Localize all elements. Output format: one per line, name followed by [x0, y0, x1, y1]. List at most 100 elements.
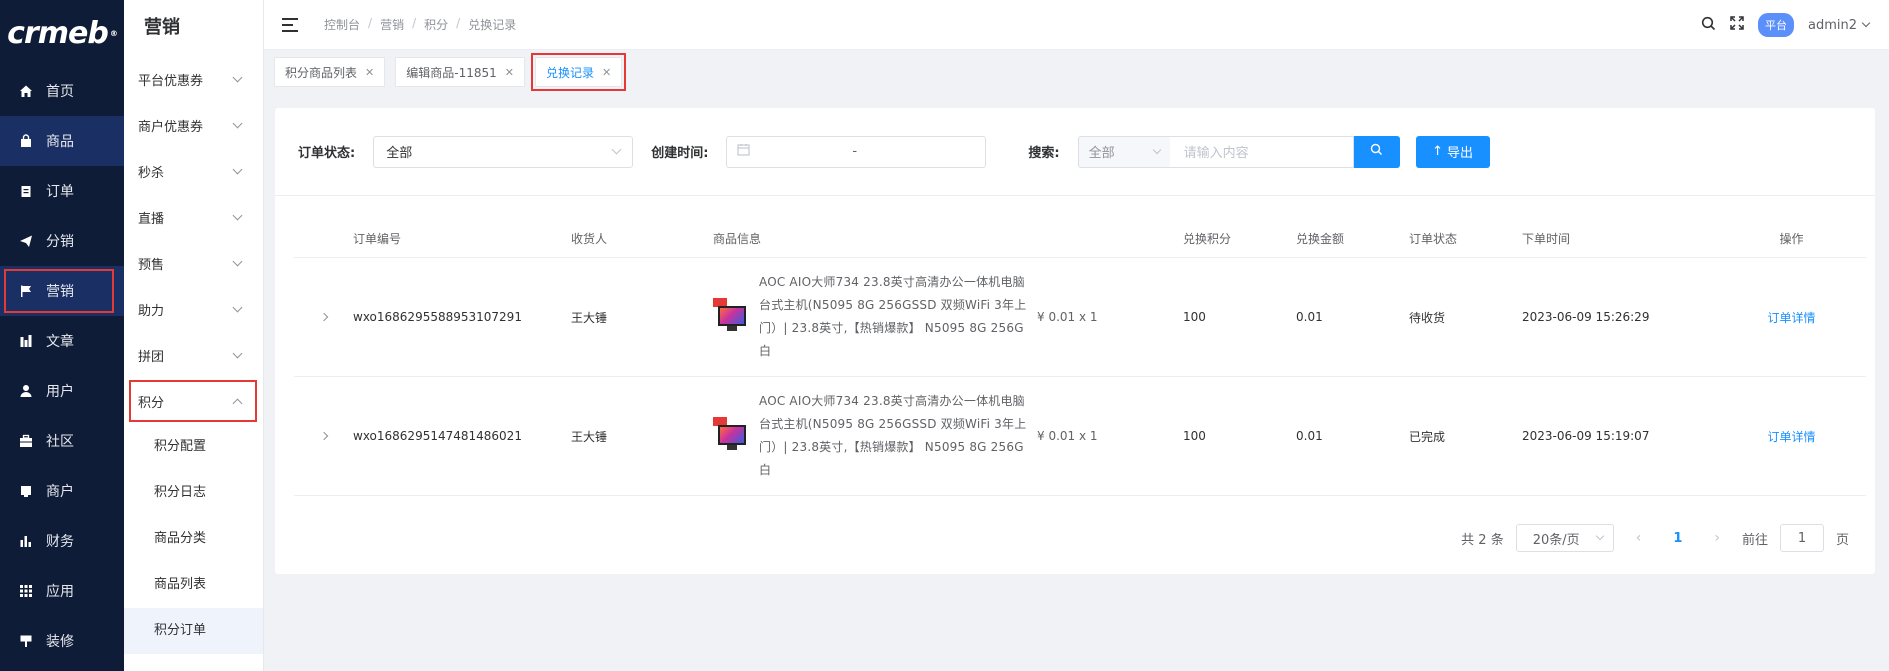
order-status-select[interactable]: 全部 — [373, 135, 634, 168]
page-size-select[interactable]: 20条/页 — [1515, 524, 1614, 552]
date-range-picker[interactable]: - — [726, 135, 987, 168]
goods-price: ¥ 0.01 x 1 — [1037, 310, 1098, 324]
bag-icon — [18, 133, 34, 149]
breadcrumb-item[interactable]: 营销 — [380, 16, 404, 33]
next-page-icon[interactable]: › — [1704, 530, 1730, 546]
export-label: 导出 — [1447, 146, 1474, 161]
nav-item-label: 财务 — [46, 534, 74, 550]
nav-item-article[interactable]: 文章 — [0, 316, 124, 366]
nav-item-finance[interactable]: 财务 — [0, 516, 124, 566]
submenu-item-merchant-coupon[interactable]: 商户优惠券 — [124, 102, 263, 148]
tab-label: 兑换记录 — [545, 65, 594, 80]
tab-exchange-records[interactable]: 兑换记录 ✕ — [530, 53, 627, 91]
submenu-item-assist[interactable]: 助力 — [124, 286, 263, 332]
chevron-down-icon — [232, 256, 243, 266]
nav-item-user[interactable]: 用户 — [0, 366, 124, 416]
search-icon — [1370, 143, 1383, 160]
nav-item-label: 社区 — [46, 434, 74, 450]
create-time-label: 创建时间: — [651, 146, 709, 161]
order-detail-link[interactable]: 订单详情 — [1767, 430, 1815, 444]
submenu-item-label: 秒杀 — [138, 165, 165, 181]
table-row: wxo1686295588953107291 王大锤 AOC AIO大师734 … — [294, 258, 1866, 377]
nav-item-order[interactable]: 订单 — [0, 166, 124, 216]
expand-toggle[interactable] — [294, 431, 353, 441]
search-input[interactable]: 请输入内容 — [1169, 135, 1354, 168]
brush-icon — [18, 633, 34, 649]
close-icon[interactable]: ✕ — [505, 66, 514, 79]
close-icon[interactable]: ✕ — [365, 66, 374, 79]
order-detail-link[interactable]: 订单详情 — [1767, 311, 1815, 325]
submenu-item-label: 商户优惠券 — [138, 119, 204, 135]
chevron-down-icon — [232, 72, 243, 82]
search-group: 全部 请输入内容 — [1077, 135, 1400, 168]
submenu-item-platform-coupon[interactable]: 平台优惠券 — [124, 56, 263, 102]
nav-item-goods[interactable]: 商品 — [0, 116, 124, 166]
column-header: 订单编号 — [353, 232, 402, 246]
nav-item-label: 分销 — [46, 234, 74, 250]
nav-item-marketing[interactable]: 营销 — [0, 266, 124, 316]
current-page[interactable]: 1 — [1663, 531, 1692, 546]
nav-item-distribution[interactable]: 分销 — [0, 216, 124, 266]
submenu-item-group-buy[interactable]: 拼团 — [124, 332, 263, 378]
nav-item-community[interactable]: 社区 — [0, 416, 124, 466]
close-icon[interactable]: ✕ — [602, 66, 611, 79]
chevron-down-icon — [232, 118, 243, 128]
submenu-child-points-log[interactable]: 积分日志 — [124, 470, 263, 516]
tab-points-goods-list[interactable]: 积分商品列表 ✕ — [274, 57, 386, 87]
submenu-child-points-config[interactable]: 积分配置 — [124, 424, 263, 470]
breadcrumb: 控制台 / 营销 / 积分 / 兑换记录 — [324, 16, 517, 33]
expand-toggle[interactable] — [294, 312, 353, 322]
breadcrumb-item[interactable]: 积分 — [424, 16, 448, 33]
submenu-child-goods-category[interactable]: 商品分类 — [124, 516, 263, 562]
search-button[interactable] — [1353, 135, 1400, 168]
goods-info: AOC AIO大师734 23.8英寸高清办公一体机电脑台式主机(N5095 8… — [713, 271, 1183, 363]
finance-chart-icon — [18, 533, 34, 549]
goto-page-input[interactable]: 1 — [1779, 524, 1824, 552]
column-header: 收货人 — [571, 232, 608, 246]
submenu-item-seckill[interactable]: 秒杀 — [124, 148, 263, 194]
calendar-icon — [737, 143, 750, 160]
nav-item-merchant[interactable]: 商户 — [0, 466, 124, 516]
paper-plane-icon — [18, 233, 34, 249]
search-icon[interactable] — [1701, 16, 1716, 35]
chevron-up-icon — [232, 398, 243, 408]
column-header: 商品信息 — [713, 232, 762, 246]
export-button[interactable]: ↑ 导出 — [1415, 135, 1490, 168]
search-type-select[interactable]: 全部 — [1077, 135, 1170, 168]
submenu-item-label: 直播 — [138, 211, 165, 227]
submenu-item-label: 预售 — [138, 257, 165, 273]
date-range-separator: - — [852, 144, 858, 159]
fullscreen-icon[interactable] — [1730, 16, 1744, 34]
column-header: 兑换金额 — [1296, 232, 1345, 246]
nav-item-label: 应用 — [46, 584, 74, 600]
grid-icon — [18, 583, 34, 599]
tab-edit-goods[interactable]: 编辑商品-11851 ✕ — [395, 57, 525, 87]
nav-item-label: 首页 — [46, 84, 74, 100]
order-status-value: 全部 — [386, 146, 413, 161]
submenu-child-points-order[interactable]: 积分订单 — [124, 608, 263, 654]
order-status: 待收货 — [1409, 310, 1446, 325]
prev-page-icon[interactable]: ‹ — [1626, 530, 1652, 546]
submenu-child-goods-list[interactable]: 商品列表 — [124, 562, 263, 608]
column-header: 下单时间 — [1522, 232, 1571, 246]
breadcrumb-item[interactable]: 控制台 — [324, 16, 360, 33]
order-number: wxo1686295588953107291 — [353, 310, 522, 324]
nav-item-label: 订单 — [46, 184, 74, 200]
submenu-title: 营销 — [144, 17, 180, 38]
submenu-item-points[interactable]: 积分 — [124, 378, 263, 424]
exchange-points: 100 — [1183, 429, 1206, 443]
tab-label: 编辑商品-11851 — [406, 65, 497, 80]
menu-toggle-icon[interactable] — [282, 17, 300, 32]
submenu-item-label: 平台优惠券 — [138, 73, 204, 89]
clipboard-icon — [18, 183, 34, 199]
submenu-item-live[interactable]: 直播 — [124, 194, 263, 240]
nav-item-apps[interactable]: 应用 — [0, 566, 124, 616]
nav-item-decoration[interactable]: 装修 — [0, 616, 124, 666]
submenu-item-presale[interactable]: 预售 — [124, 240, 263, 286]
table-row: wxo1686295147481486021 王大锤 AOC AIO大师734 … — [294, 377, 1866, 496]
receiver-name: 王大锤 — [571, 310, 608, 325]
column-header: 订单状态 — [1409, 232, 1458, 246]
nav-item-home[interactable]: 首页 — [0, 66, 124, 116]
filter-bar: 订单状态: 全部 创建时间: - 搜索: 全部 请输入内容 ↑ 导出 — [275, 108, 1875, 196]
user-menu[interactable]: admin2 — [1808, 18, 1871, 33]
